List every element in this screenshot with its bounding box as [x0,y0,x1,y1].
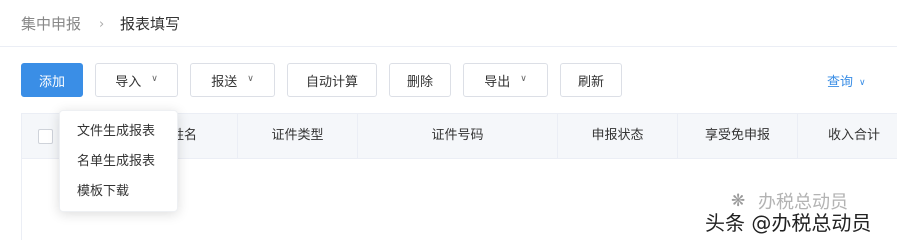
refresh-button-label: 刷新 [577,74,604,90]
menu-item-list-generate[interactable]: 名单生成报表 [77,153,155,171]
breadcrumb-home[interactable]: 集中申报 [21,14,81,34]
chevron-down-icon: ∨ [859,78,866,88]
delete-button[interactable]: 删除 [389,63,451,97]
menu-item-template-download[interactable]: 模板下载 [77,183,129,201]
breadcrumb: 集中申报 › 报表填写 [0,0,897,47]
column-header[interactable]: 证件类型 [238,114,358,158]
delete-button-label: 删除 [406,74,433,90]
chevron-right-icon: › [99,17,105,32]
export-button[interactable]: 导出 ∨ [463,63,548,97]
watermark-caption: 头条 @办税总动员 [705,211,872,235]
add-button[interactable]: 添加 [21,63,83,97]
auto-calc-button-label: 自动计算 [305,74,358,90]
chevron-down-icon: ∨ [151,74,158,84]
submit-button-label: 报送 [211,74,238,90]
column-header[interactable]: 证件号码 [358,114,558,158]
import-dropdown-menu: 文件生成报表 名单生成报表 模板下载 [59,110,178,212]
auto-calc-button[interactable]: 自动计算 [287,63,377,97]
query-toggle[interactable]: 查询 ∨ [827,71,866,90]
import-button-label: 导入 [115,74,142,90]
column-header[interactable]: 收入合计 [798,114,897,158]
export-button-label: 导出 [484,74,511,90]
chevron-down-icon: ∨ [247,74,254,84]
menu-item-file-generate[interactable]: 文件生成报表 [77,123,155,141]
chevron-down-icon: ∨ [520,74,527,84]
submit-button[interactable]: 报送 ∨ [190,63,275,97]
column-header[interactable]: 申报状态 [558,114,678,158]
add-button-label: 添加 [38,74,65,90]
query-label: 查询 [827,75,854,90]
import-button[interactable]: 导入 ∨ [95,63,178,97]
breadcrumb-current: 报表填写 [120,15,181,33]
select-all-checkbox[interactable] [38,129,53,144]
watermark: ❋ 办税总动员 头条 @办税总动员 [705,185,897,240]
column-header[interactable]: 享受免申报 [678,114,798,158]
refresh-button[interactable]: 刷新 [560,63,622,97]
